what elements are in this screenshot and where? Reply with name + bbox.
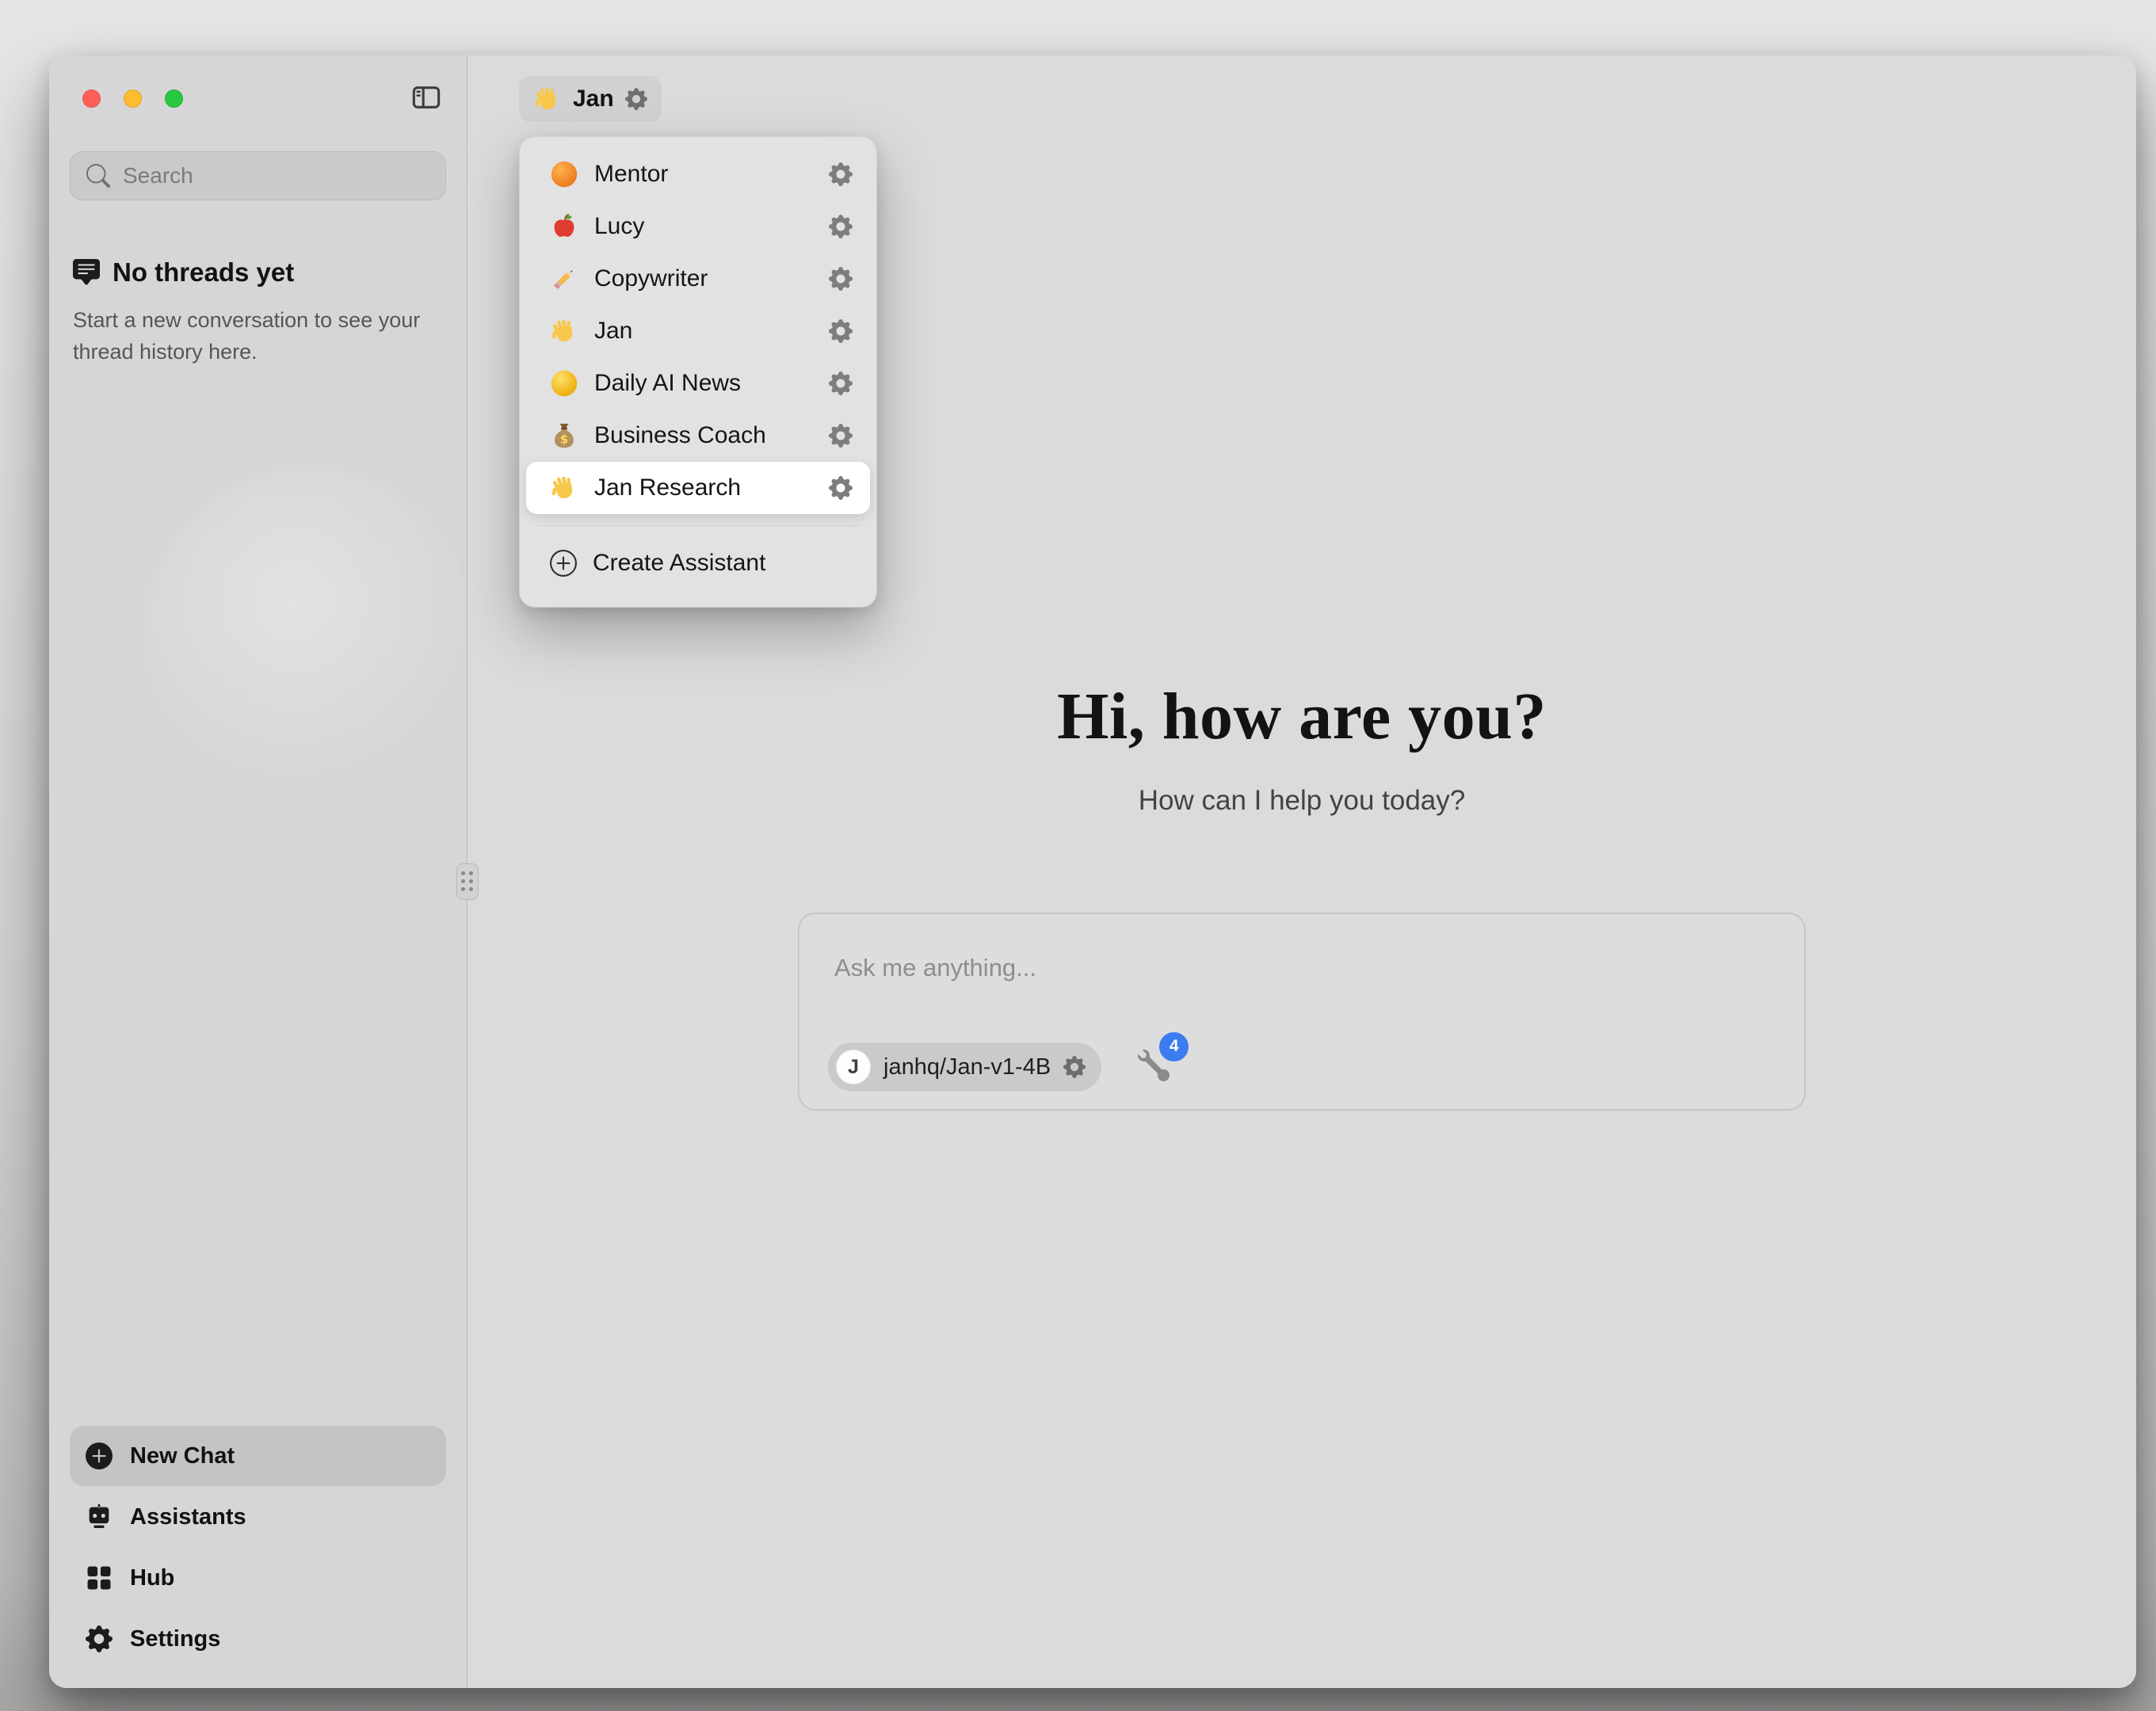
window-controls (70, 90, 183, 108)
model-name: janhq/Jan-v1-4B (883, 1054, 1051, 1080)
grid-icon (86, 1564, 113, 1591)
sidebar-reflection (144, 467, 477, 800)
sidebar-item-settings[interactable]: Settings (70, 1609, 446, 1669)
menu-item-mentor[interactable]: Mentor (526, 148, 870, 200)
menu-item-jan[interactable]: Jan (526, 305, 870, 357)
menu-item-label: Mentor (594, 161, 813, 188)
create-assistant-label: Create Assistant (593, 550, 765, 577)
sidebar: No threads yet Start a new conversation … (49, 55, 467, 1688)
app-window: No threads yet Start a new conversation … (49, 55, 2136, 1688)
nav-label: Settings (130, 1626, 220, 1652)
greeting-title: Hi, how are you? (467, 678, 2136, 755)
sidebar-resize-handle[interactable] (456, 863, 479, 900)
gear-icon (625, 88, 647, 110)
nav-label: Hub (130, 1565, 174, 1591)
close-button[interactable] (82, 90, 101, 108)
nav-label: New Chat (130, 1443, 235, 1469)
minimize-button[interactable] (124, 90, 142, 108)
chat-input-placeholder[interactable]: Ask me anything... (834, 954, 1036, 982)
gear-icon[interactable] (829, 162, 853, 186)
empty-state-title: No threads yet (113, 257, 294, 288)
gear-icon[interactable] (829, 372, 853, 395)
chat-composer[interactable]: Ask me anything... J janhq/Jan-v1-4B 4 (798, 913, 1806, 1111)
gear-icon[interactable] (829, 319, 853, 343)
gear-icon[interactable] (829, 215, 853, 238)
menu-item-label: Lucy (594, 213, 813, 240)
gear-icon[interactable] (829, 267, 853, 291)
plus-circle-outline-icon (550, 550, 577, 577)
sidebar-toggle-icon (411, 82, 441, 112)
gear-icon[interactable] (829, 476, 853, 500)
pencil-icon (550, 265, 578, 293)
sidebar-nav: New Chat Assistants Hub Settings (70, 1426, 446, 1688)
gear-icon (86, 1625, 113, 1652)
gear-icon[interactable] (1063, 1056, 1086, 1078)
greeting-subtitle: How can I help you today? (467, 785, 2136, 817)
tools-count-badge: 4 (1159, 1032, 1189, 1061)
search-icon (86, 164, 110, 188)
tools-button[interactable]: 4 (1138, 1050, 1170, 1085)
zoom-button[interactable] (165, 90, 183, 108)
menu-item-label: Copywriter (594, 265, 813, 292)
titlebar (70, 55, 446, 141)
model-selector-button[interactable]: J janhq/Jan-v1-4B (828, 1042, 1101, 1092)
empty-state: No threads yet Start a new conversation … (70, 257, 446, 368)
sidebar-item-assistants[interactable]: Assistants (70, 1487, 446, 1547)
assistant-selector-button[interactable]: Jan (519, 76, 662, 122)
nav-label: Assistants (130, 1504, 246, 1530)
money-bag-icon (550, 421, 578, 450)
menu-item-business-coach[interactable]: Business Coach (526, 410, 870, 462)
menu-item-label: Business Coach (594, 422, 813, 449)
menu-item-copywriter[interactable]: Copywriter (526, 253, 870, 305)
plus-circle-icon (86, 1442, 113, 1469)
waving-hand-icon (550, 317, 578, 345)
sidebar-item-new-chat[interactable]: New Chat (70, 1426, 446, 1486)
menu-item-daily-ai-news[interactable]: Daily AI News (526, 357, 870, 410)
robot-icon (86, 1503, 113, 1530)
waving-hand-icon (550, 474, 578, 502)
menu-item-label: Jan Research (594, 474, 813, 501)
orange-circle-icon (550, 160, 578, 189)
model-avatar: J (836, 1050, 871, 1084)
sidebar-item-hub[interactable]: Hub (70, 1548, 446, 1608)
current-assistant-name: Jan (573, 86, 614, 112)
search-input[interactable] (121, 162, 429, 189)
menu-item-lucy[interactable]: Lucy (526, 200, 870, 253)
yellow-circle-icon (550, 369, 578, 398)
assistant-dropdown-menu: Mentor Lucy Copywriter (519, 136, 877, 608)
red-apple-icon (550, 212, 578, 241)
menu-item-jan-research[interactable]: Jan Research (526, 462, 870, 514)
menu-divider (537, 525, 859, 526)
main-area: Jan Mentor Lucy (467, 55, 2136, 1688)
toggle-sidebar-button[interactable] (411, 82, 441, 115)
create-assistant-button[interactable]: Create Assistant (526, 537, 870, 589)
greeting: Hi, how are you? How can I help you toda… (467, 678, 2136, 817)
menu-item-label: Jan (594, 318, 813, 345)
waving-hand-icon (533, 85, 562, 113)
chat-bubble-icon (73, 259, 100, 286)
menu-item-label: Daily AI News (594, 370, 813, 397)
search-field[interactable] (70, 151, 446, 200)
desktop-background: No threads yet Start a new conversation … (0, 0, 2156, 1711)
gear-icon[interactable] (829, 424, 853, 448)
empty-state-subtitle: Start a new conversation to see your thr… (73, 305, 422, 368)
